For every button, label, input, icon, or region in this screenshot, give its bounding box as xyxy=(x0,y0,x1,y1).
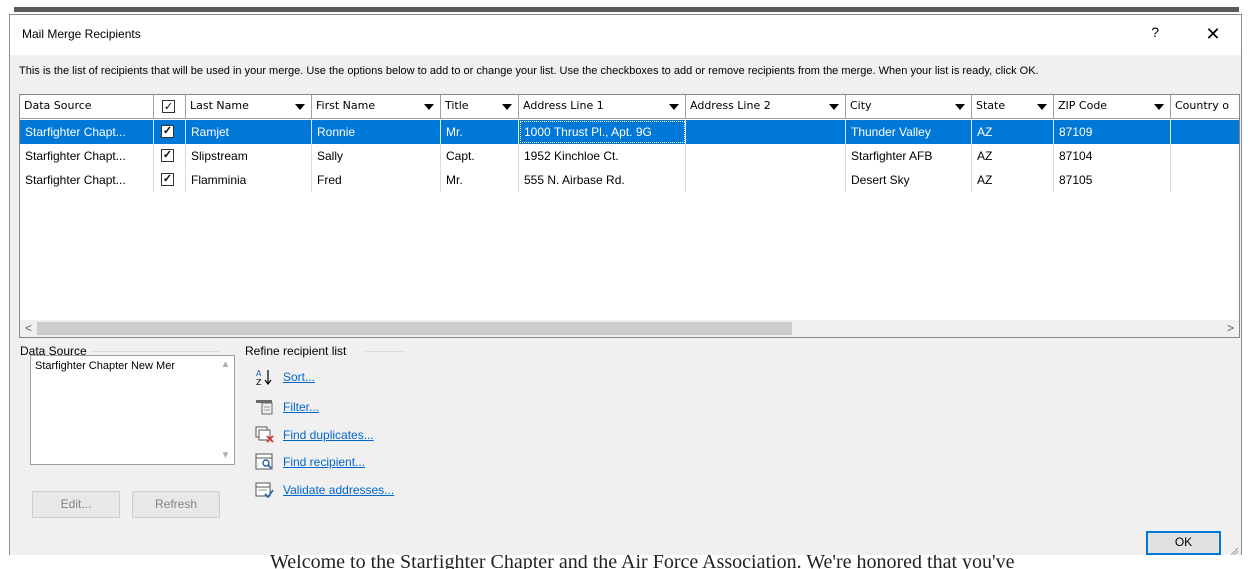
dialog-title: Mail Merge Recipients xyxy=(22,27,141,41)
close-button[interactable]: ✕ xyxy=(1193,20,1233,50)
list-item[interactable]: Starfighter Chapter New Mer xyxy=(35,360,213,372)
recipient-checkbox[interactable]: ✓ xyxy=(161,173,174,186)
chevron-down-icon[interactable] xyxy=(1154,104,1164,110)
chevron-down-icon[interactable]: ▼ xyxy=(217,447,234,464)
cell-title: Mr. xyxy=(441,168,519,192)
find-recipient-link[interactable]: Find recipient... xyxy=(283,455,365,469)
cell-address-line-1: 555 N. Airbase Rd. xyxy=(519,168,686,192)
filter-icon xyxy=(256,400,273,415)
cell-country xyxy=(1171,120,1239,144)
column-header-first-name[interactable]: First Name xyxy=(312,95,441,119)
column-header-checkbox[interactable]: ✓ xyxy=(154,95,186,119)
table-row[interactable]: Starfighter Chapt... ✓ Slipstream Sally … xyxy=(20,144,1239,168)
cell-address-line-2 xyxy=(686,168,846,192)
cell-address-line-1: 1000 Thrust Pl., Apt. 9G xyxy=(519,120,686,144)
cell-data-source: Starfighter Chapt... xyxy=(20,120,154,144)
cell-first-name: Fred xyxy=(312,168,441,192)
chevron-down-icon[interactable] xyxy=(424,104,434,110)
column-header-state[interactable]: State xyxy=(972,95,1054,119)
cell-zip-code: 87105 xyxy=(1054,168,1171,192)
cell-country xyxy=(1171,144,1239,168)
column-header-last-name[interactable]: Last Name xyxy=(186,95,312,119)
document-backdrop xyxy=(0,0,1252,12)
cell-address-line-2 xyxy=(686,144,846,168)
cell-title: Mr. xyxy=(441,120,519,144)
table-row[interactable]: Starfighter Chapt... ✓ Ramjet Ronnie Mr.… xyxy=(20,120,1239,144)
chevron-down-icon[interactable] xyxy=(669,104,679,110)
cell-city: Thunder Valley xyxy=(846,120,972,144)
horizontal-scrollbar[interactable]: < > xyxy=(20,320,1239,337)
find-recipient-icon: : xyxy=(255,453,273,470)
find-duplicates-icon xyxy=(255,426,274,443)
grid-header: Data Source ✓ Last Name First Name Title… xyxy=(20,95,1239,119)
cell-last-name: Flamminia xyxy=(186,168,312,192)
filter-link[interactable]: Filter... xyxy=(283,400,319,414)
validate-addresses-icon xyxy=(255,482,274,499)
chevron-down-icon[interactable] xyxy=(295,104,305,110)
validate-addresses-link[interactable]: Validate addresses... xyxy=(283,483,394,497)
cell-title: Capt. xyxy=(441,144,519,168)
select-all-checkbox[interactable]: ✓ xyxy=(162,100,175,113)
mail-merge-recipients-dialog: Mail Merge Recipients ? ✕ This is the li… xyxy=(9,14,1242,559)
svg-text:A: A xyxy=(256,369,262,378)
edit-button[interactable]: Edit... xyxy=(32,491,120,518)
svg-text::: : xyxy=(257,462,259,469)
cell-checkbox: ✓ xyxy=(154,144,186,168)
cell-city: Starfighter AFB xyxy=(846,144,972,168)
cell-checkbox: ✓ xyxy=(154,120,186,144)
column-header-address-line-2[interactable]: Address Line 2 xyxy=(686,95,846,119)
chevron-down-icon[interactable] xyxy=(1037,104,1047,110)
cell-first-name: Sally xyxy=(312,144,441,168)
ok-button[interactable]: OK xyxy=(1146,531,1221,555)
chevron-down-icon[interactable] xyxy=(502,104,512,110)
chevron-up-icon[interactable]: ▲ xyxy=(217,356,234,373)
column-header-title[interactable]: Title xyxy=(441,95,519,119)
cell-state: AZ xyxy=(972,144,1054,168)
divider xyxy=(365,351,405,352)
chevron-down-icon[interactable] xyxy=(829,104,839,110)
column-header-city[interactable]: City xyxy=(846,95,972,119)
refresh-button[interactable]: Refresh xyxy=(132,491,220,518)
cell-city: Desert Sky xyxy=(846,168,972,192)
cell-zip-code: 87109 xyxy=(1054,120,1171,144)
cell-last-name: Slipstream xyxy=(186,144,312,168)
column-header-country[interactable]: Country o xyxy=(1171,95,1239,119)
instructions-text: This is the list of recipients that will… xyxy=(19,65,1039,77)
cell-last-name: Ramjet xyxy=(186,120,312,144)
table-row[interactable]: Starfighter Chapt... ✓ Flamminia Fred Mr… xyxy=(20,168,1239,192)
find-duplicates-link[interactable]: Find duplicates... xyxy=(283,428,374,442)
cell-state: AZ xyxy=(972,168,1054,192)
data-source-list[interactable]: Starfighter Chapter New Mer ▲ ▼ xyxy=(30,355,235,465)
recipient-checkbox[interactable]: ✓ xyxy=(161,125,174,138)
title-bar: Mail Merge Recipients ? ✕ xyxy=(10,15,1241,55)
refine-recipient-list-label: Refine recipient list xyxy=(245,344,351,358)
svg-text:Z: Z xyxy=(256,378,262,386)
cell-country xyxy=(1171,168,1239,192)
scroll-left-button[interactable]: < xyxy=(20,320,37,337)
column-header-data-source[interactable]: Data Source xyxy=(20,95,154,119)
cell-checkbox: ✓ xyxy=(154,168,186,192)
cell-zip-code: 87104 xyxy=(1054,144,1171,168)
chevron-down-icon[interactable] xyxy=(955,104,965,110)
vertical-scrollbar[interactable]: ▲ ▼ xyxy=(217,356,234,464)
scroll-thumb[interactable] xyxy=(37,322,792,335)
sort-az-icon: A Z xyxy=(256,369,272,386)
sort-link[interactable]: Sort... xyxy=(283,370,315,384)
document-backdrop-bottom: Welcome to the Starfighter Chapter and t… xyxy=(0,555,1252,569)
document-text: Welcome to the Starfighter Chapter and t… xyxy=(270,555,1015,569)
cell-address-line-2 xyxy=(686,120,846,144)
cell-data-source: Starfighter Chapt... xyxy=(20,144,154,168)
cell-data-source: Starfighter Chapt... xyxy=(20,168,154,192)
recipients-grid[interactable]: Data Source ✓ Last Name First Name Title… xyxy=(19,94,1240,338)
cell-address-line-1: 1952 Kinchloe Ct. xyxy=(519,144,686,168)
divider xyxy=(90,351,220,352)
cell-state: AZ xyxy=(972,120,1054,144)
recipient-checkbox[interactable]: ✓ xyxy=(161,149,174,162)
help-button[interactable]: ? xyxy=(1151,24,1159,40)
scroll-right-button[interactable]: > xyxy=(1222,320,1239,337)
column-header-address-line-1[interactable]: Address Line 1 xyxy=(519,95,686,119)
column-header-zip-code[interactable]: ZIP Code xyxy=(1054,95,1171,119)
cell-first-name: Ronnie xyxy=(312,120,441,144)
